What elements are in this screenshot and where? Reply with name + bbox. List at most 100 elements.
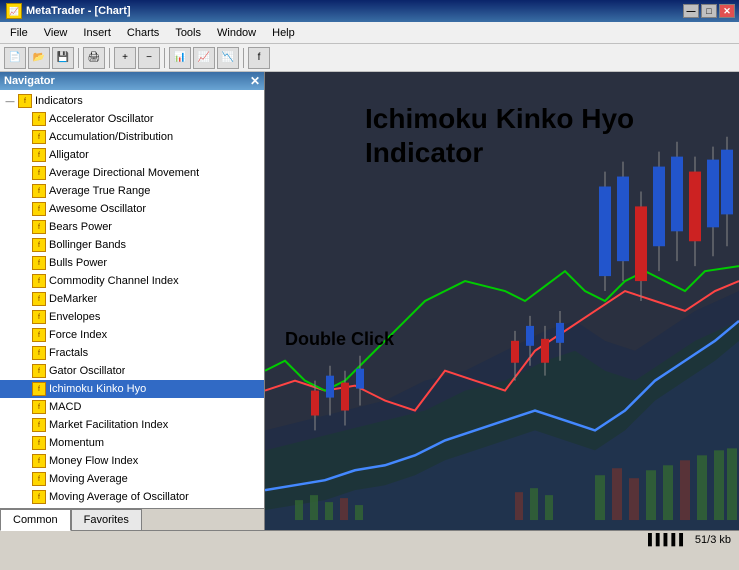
tree-items-container: fAccelerator OscillatorfAccumulation/Dis… <box>0 110 264 508</box>
item-icon-16: f <box>32 400 46 414</box>
tree-item-7[interactable]: fBollinger Bands <box>0 236 264 254</box>
tree-item-12[interactable]: fForce Index <box>0 326 264 344</box>
menu-view[interactable]: View <box>38 25 74 41</box>
item-label-1: Accumulation/Distribution <box>49 131 173 143</box>
item-icon-11: f <box>32 310 46 324</box>
tree-item-14[interactable]: fGator Oscillator <box>0 362 264 380</box>
tree-item-17[interactable]: fMarket Facilitation Index <box>0 416 264 434</box>
tree-item-10[interactable]: fDeMarker <box>0 290 264 308</box>
title-bar-controls: — □ ✕ <box>683 4 735 18</box>
tree-root-indicators[interactable]: — f Indicators <box>0 92 264 110</box>
status-bars-icon: ▌▌▌▌▌ <box>648 534 687 546</box>
item-label-18: Momentum <box>49 437 104 449</box>
menu-charts[interactable]: Charts <box>121 25 165 41</box>
navigator-title: Navigator <box>4 75 55 87</box>
item-icon-9: f <box>32 274 46 288</box>
menu-file[interactable]: File <box>4 25 34 41</box>
tree-item-6[interactable]: fBears Power <box>0 218 264 236</box>
tree-item-13[interactable]: fFractals <box>0 344 264 362</box>
item-icon-1: f <box>32 130 46 144</box>
item-label-8: Bulls Power <box>49 257 107 269</box>
close-button[interactable]: ✕ <box>719 4 735 18</box>
tree-item-5[interactable]: fAwesome Oscillator <box>0 200 264 218</box>
item-icon-12: f <box>32 328 46 342</box>
item-label-10: DeMarker <box>49 293 97 305</box>
menu-window[interactable]: Window <box>211 25 262 41</box>
item-label-16: MACD <box>49 401 81 413</box>
title-bar-left: 📈 MetaTrader - [Chart] <box>6 3 131 19</box>
navigator-tabs: Common Favorites <box>0 508 264 530</box>
item-icon-10: f <box>32 292 46 306</box>
item-icon-13: f <box>32 346 46 360</box>
tab-common[interactable]: Common <box>0 509 71 531</box>
item-icon-14: f <box>32 364 46 378</box>
tree-item-21[interactable]: fMoving Average of Oscillator <box>0 488 264 506</box>
tree-item-8[interactable]: fBulls Power <box>0 254 264 272</box>
tree-item-20[interactable]: fMoving Average <box>0 470 264 488</box>
navigator-close-button[interactable]: ✕ <box>250 74 260 88</box>
item-label-19: Money Flow Index <box>49 455 138 467</box>
toolbar-separator-2 <box>109 48 110 68</box>
tree-item-16[interactable]: fMACD <box>0 398 264 416</box>
navigator-panel: Navigator ✕ — f Indicators fAccelerator … <box>0 72 265 530</box>
menu-help[interactable]: Help <box>266 25 301 41</box>
menu-tools[interactable]: Tools <box>169 25 207 41</box>
item-icon-8: f <box>32 256 46 270</box>
tree-item-4[interactable]: fAverage True Range <box>0 182 264 200</box>
toolbar-open[interactable]: 📂 <box>28 47 50 69</box>
item-label-20: Moving Average <box>49 473 128 485</box>
tree-item-2[interactable]: fAlligator <box>0 146 264 164</box>
minimize-button[interactable]: — <box>683 4 699 18</box>
status-info-text: 51/3 kb <box>695 534 731 546</box>
item-icon-7: f <box>32 238 46 252</box>
tree-item-11[interactable]: fEnvelopes <box>0 308 264 326</box>
tree-item-1[interactable]: fAccumulation/Distribution <box>0 128 264 146</box>
tree-item-15[interactable]: fIchimoku Kinko Hyo <box>0 380 264 398</box>
tree-item-9[interactable]: fCommodity Channel Index <box>0 272 264 290</box>
item-icon-21: f <box>32 490 46 504</box>
tree-item-0[interactable]: fAccelerator Oscillator <box>0 110 264 128</box>
tree-item-18[interactable]: fMomentum <box>0 434 264 452</box>
toolbar-zoom-out[interactable]: − <box>138 47 160 69</box>
toolbar-indicator[interactable]: f <box>248 47 270 69</box>
window-title: MetaTrader - [Chart] <box>26 5 131 17</box>
menu-insert[interactable]: Insert <box>77 25 117 41</box>
chart-area[interactable]: Ichimoku Kinko Hyo Indicator Double Clic… <box>265 72 739 530</box>
item-label-4: Average True Range <box>49 185 150 197</box>
toolbar-separator-4 <box>243 48 244 68</box>
toolbar-save[interactable]: 💾 <box>52 47 74 69</box>
toolbar-separator-1 <box>78 48 79 68</box>
tree-item-3[interactable]: fAverage Directional Movement <box>0 164 264 182</box>
toolbar-new[interactable]: 📄 <box>4 47 26 69</box>
toolbar-zoom-in[interactable]: + <box>114 47 136 69</box>
item-label-7: Bollinger Bands <box>49 239 126 251</box>
navigator-tree[interactable]: — f Indicators fAccelerator OscillatorfA… <box>0 90 264 508</box>
item-icon-20: f <box>32 472 46 486</box>
item-label-3: Average Directional Movement <box>49 167 199 179</box>
item-label-17: Market Facilitation Index <box>49 419 168 431</box>
toolbar: 📄 📂 💾 🖨 + − 📊 📈 📉 f <box>0 44 739 72</box>
tree-root: — f Indicators fAccelerator OscillatorfA… <box>0 90 264 508</box>
toolbar-separator-3 <box>164 48 165 68</box>
item-label-11: Envelopes <box>49 311 100 323</box>
item-label-12: Force Index <box>49 329 107 341</box>
tab-favorites[interactable]: Favorites <box>71 509 142 530</box>
item-icon-4: f <box>32 184 46 198</box>
chart-title-line1: Ichimoku Kinko Hyo <box>365 102 634 136</box>
title-bar: 📈 MetaTrader - [Chart] — □ ✕ <box>0 0 739 22</box>
item-icon-19: f <box>32 454 46 468</box>
item-label-0: Accelerator Oscillator <box>49 113 154 125</box>
toolbar-bar-chart[interactable]: 📊 <box>169 47 191 69</box>
menu-bar: File View Insert Charts Tools Window Hel… <box>0 22 739 44</box>
tree-root-label: Indicators <box>35 95 83 107</box>
toolbar-line-chart[interactable]: 📉 <box>217 47 239 69</box>
toolbar-print[interactable]: 🖨 <box>83 47 105 69</box>
status-bar: ▌▌▌▌▌ 51/3 kb <box>0 530 739 548</box>
indicator-folder-icon: f <box>18 94 32 108</box>
item-icon-18: f <box>32 436 46 450</box>
maximize-button[interactable]: □ <box>701 4 717 18</box>
item-label-21: Moving Average of Oscillator <box>49 491 189 503</box>
tree-item-19[interactable]: fMoney Flow Index <box>0 452 264 470</box>
item-label-13: Fractals <box>49 347 88 359</box>
toolbar-candle-chart[interactable]: 📈 <box>193 47 215 69</box>
